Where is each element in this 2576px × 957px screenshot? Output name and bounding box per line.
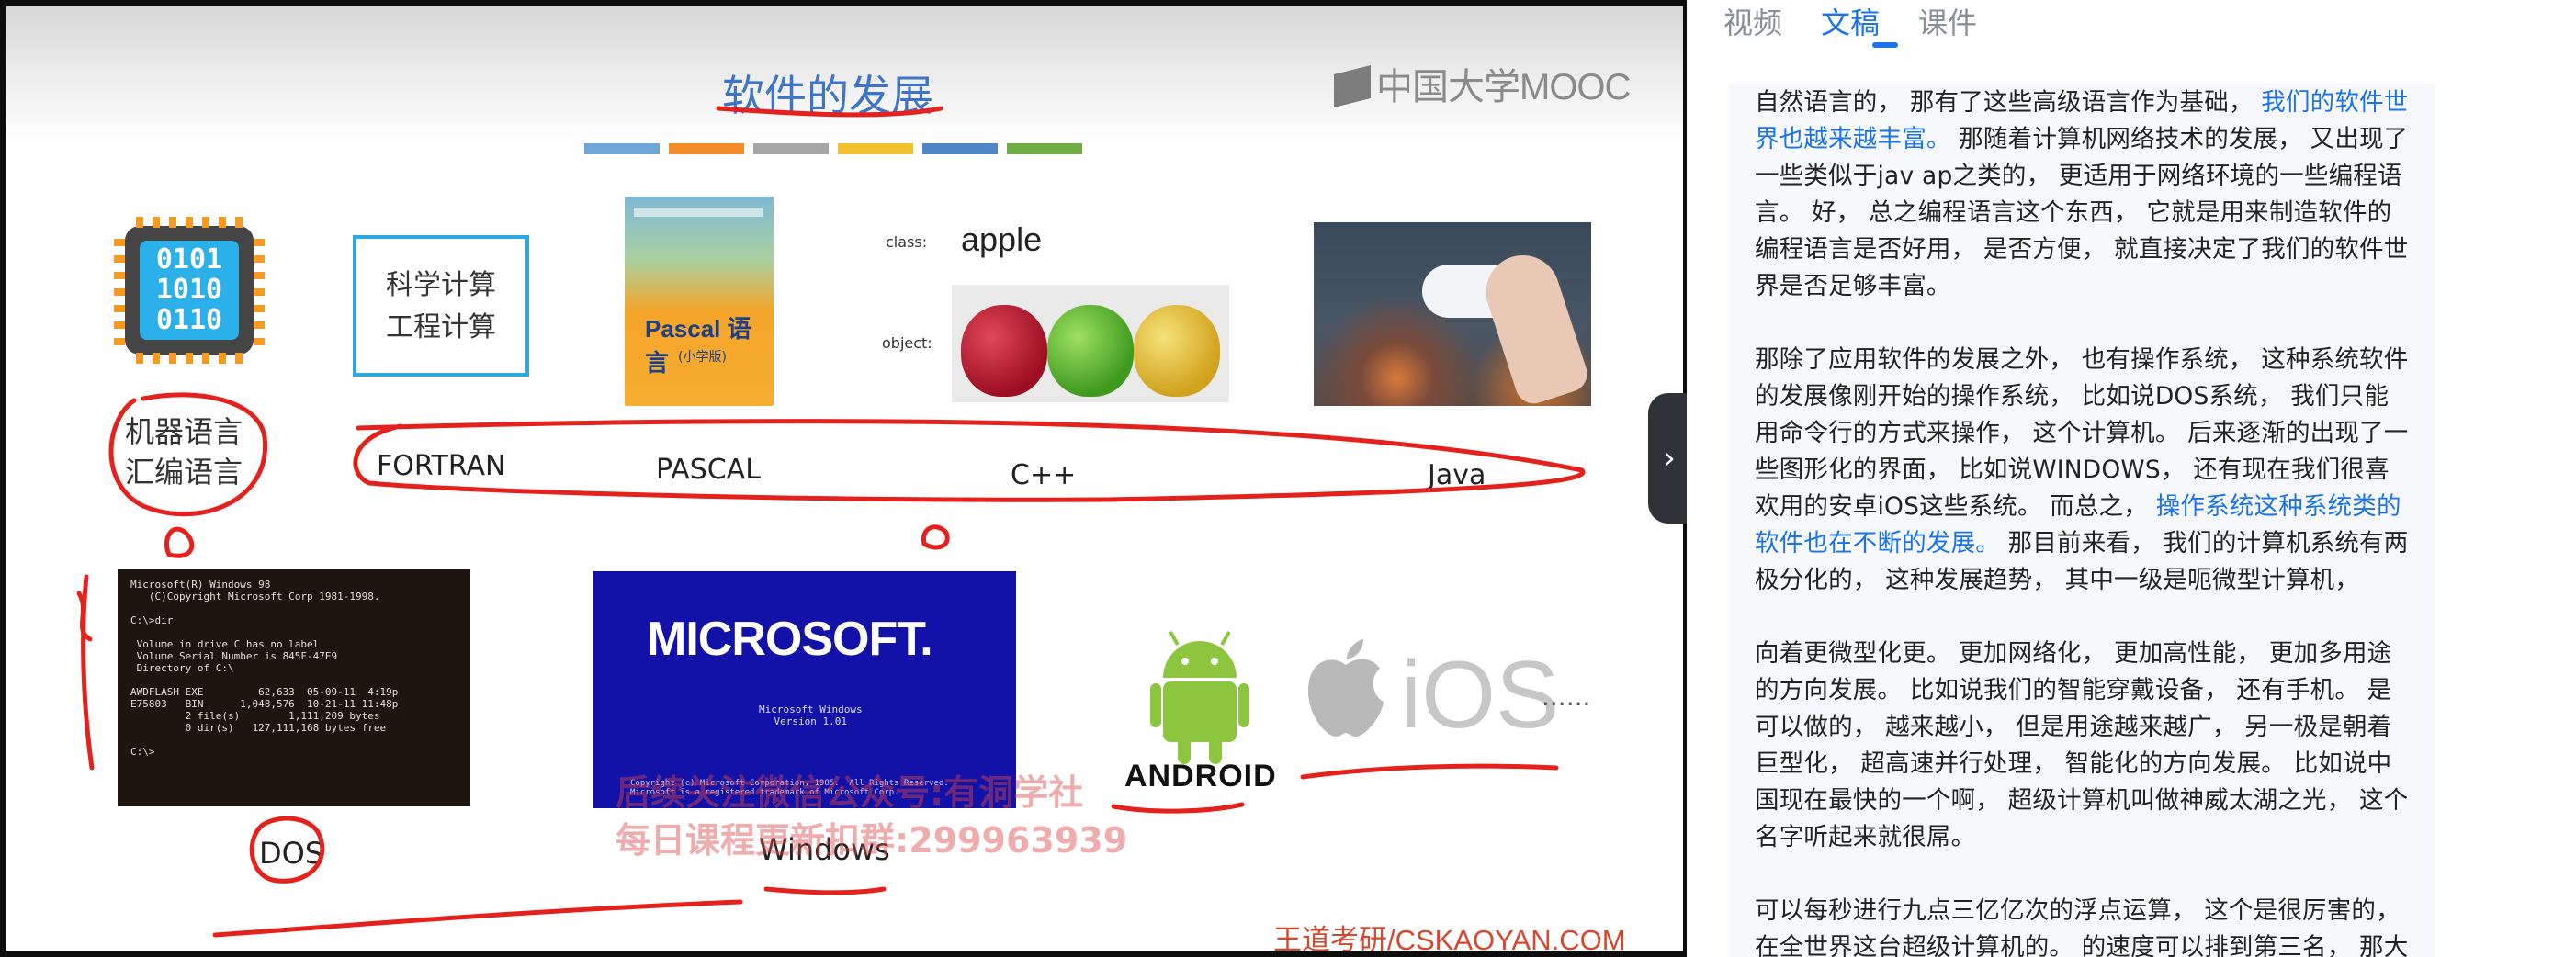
- lang-cpp: C++: [1011, 459, 1077, 491]
- transcript-panel: 视频 文稿 课件 自然语言的， 那有了这些高级语言作为基础， 我们的软件世界也越…: [1687, 0, 2576, 957]
- cpu-chip-icon: 0101 1010 0110: [108, 211, 270, 369]
- lang-pascal: PASCAL: [656, 454, 761, 486]
- lang-java: Java: [1428, 459, 1486, 491]
- sci-box-line: 工程计算: [386, 311, 496, 343]
- transcript-scroll-area[interactable]: 自然语言的， 那有了这些高级语言作为基础， 我们的软件世界也越来越丰富。 那随着…: [1729, 84, 2435, 957]
- science-computing-box: 科学计算 工程计算: [353, 235, 529, 377]
- chip-binary: 0101 1010 0110: [140, 241, 239, 340]
- mooc-logo: 中国大学MOOC: [1334, 57, 1631, 110]
- tab-video[interactable]: 视频: [1723, 0, 1782, 42]
- cloud-computing-image: [1314, 222, 1592, 409]
- microsoft-logo: MICROSOFT.: [647, 613, 933, 666]
- video-player[interactable]: 软件的发展 中国大学MOOC 0101 1010 0110 科学计算 工程计算 …: [0, 0, 1690, 957]
- watermark-line: 后续关注微信公众号:有洞学社: [616, 772, 1084, 813]
- chip-binary-line: 0110: [155, 304, 223, 336]
- machine-language-line: 机器语言: [125, 414, 243, 449]
- android-wordmark: ANDROID: [1124, 759, 1277, 794]
- ellipsis: ......: [1542, 681, 1591, 712]
- windows-version-text: Microsoft Windows Version 1.01: [759, 704, 863, 727]
- lang-fortran: FORTRAN: [377, 450, 506, 482]
- chevron-right-icon: ›: [1663, 440, 1676, 477]
- apple-word: apple: [961, 220, 1043, 258]
- pascal-book-image: Pascal 语言 (小学版): [625, 197, 774, 406]
- mooc-logo-text: 中国大学MOOC: [1376, 67, 1631, 107]
- title-color-bar: [838, 143, 913, 154]
- transcript-text: 向着更微型化更。 更加网络化， 更加高性能， 更加多用途的方向发展。 比如说我们…: [1755, 639, 2409, 851]
- book-subtitle: (小学版): [678, 350, 727, 365]
- slide-title: 软件的发展: [722, 71, 933, 120]
- apple-logo-icon: [1308, 639, 1384, 737]
- book-title: Pascal 语言: [645, 315, 751, 377]
- ios-wordmark: iOS: [1400, 642, 1560, 749]
- dos-screenshot: Microsoft(R) Windows 98 (C)Copyright Mic…: [118, 569, 470, 806]
- class-label: class:: [886, 233, 928, 251]
- android-icon: [1150, 631, 1249, 764]
- transcript-text: 自然语言的， 那有了这些高级语言作为基础，: [1755, 88, 2262, 117]
- title-color-bar: [922, 143, 998, 154]
- tab-transcript[interactable]: 文稿: [1821, 0, 1880, 42]
- transcript-text: 可以每秒进行九点三亿亿次的浮点运算， 这个是很厉害的， 在全世界这台超级计算机的…: [1755, 896, 2409, 957]
- apples-image: [952, 285, 1229, 402]
- collapse-panel-button[interactable]: ›: [1648, 393, 1690, 524]
- lecture-slide: 软件的发展 中国大学MOOC 0101 1010 0110 科学计算 工程计算 …: [6, 6, 1683, 951]
- footer-credit: 王道考研/CSKAOYAN.COM: [1273, 924, 1626, 951]
- active-tab-indicator: [1872, 42, 1898, 48]
- transcript-paragraph: 自然语言的， 那有了这些高级语言作为基础， 我们的软件世界也越来越丰富。 那随着…: [1755, 84, 2409, 305]
- title-color-bar: [584, 143, 660, 154]
- tab-courseware[interactable]: 课件: [1918, 0, 1977, 42]
- transcript-paragraph: 可以每秒进行九点三亿亿次的浮点运算， 这个是很厉害的， 在全世界这台超级计算机的…: [1755, 893, 2409, 957]
- chip-binary-line: 0101: [155, 243, 223, 276]
- dos-label: DOS: [259, 836, 324, 871]
- title-color-bar: [753, 143, 829, 154]
- chip-binary-line: 1010: [155, 274, 223, 306]
- sci-box-line: 科学计算: [386, 269, 496, 301]
- title-color-bar: [1007, 143, 1082, 154]
- assembly-language-line: 汇编语言: [125, 455, 243, 490]
- mooc-logo-icon: [1334, 65, 1371, 107]
- transcript-paragraph: 那除了应用软件的发展之外， 也有操作系统， 这种系统软件的发展像刚开始的操作系统…: [1755, 342, 2409, 599]
- object-label: object:: [882, 334, 932, 352]
- watermark-line: 每日课程更新扣群:299963939: [616, 820, 1128, 861]
- title-color-bar: [669, 143, 744, 154]
- machine-language-label: 机器语言 汇编语言: [125, 411, 243, 492]
- transcript-paragraph: 向着更微型化更。 更加网络化， 更加高性能， 更加多用途的方向发展。 比如说我们…: [1755, 636, 2409, 856]
